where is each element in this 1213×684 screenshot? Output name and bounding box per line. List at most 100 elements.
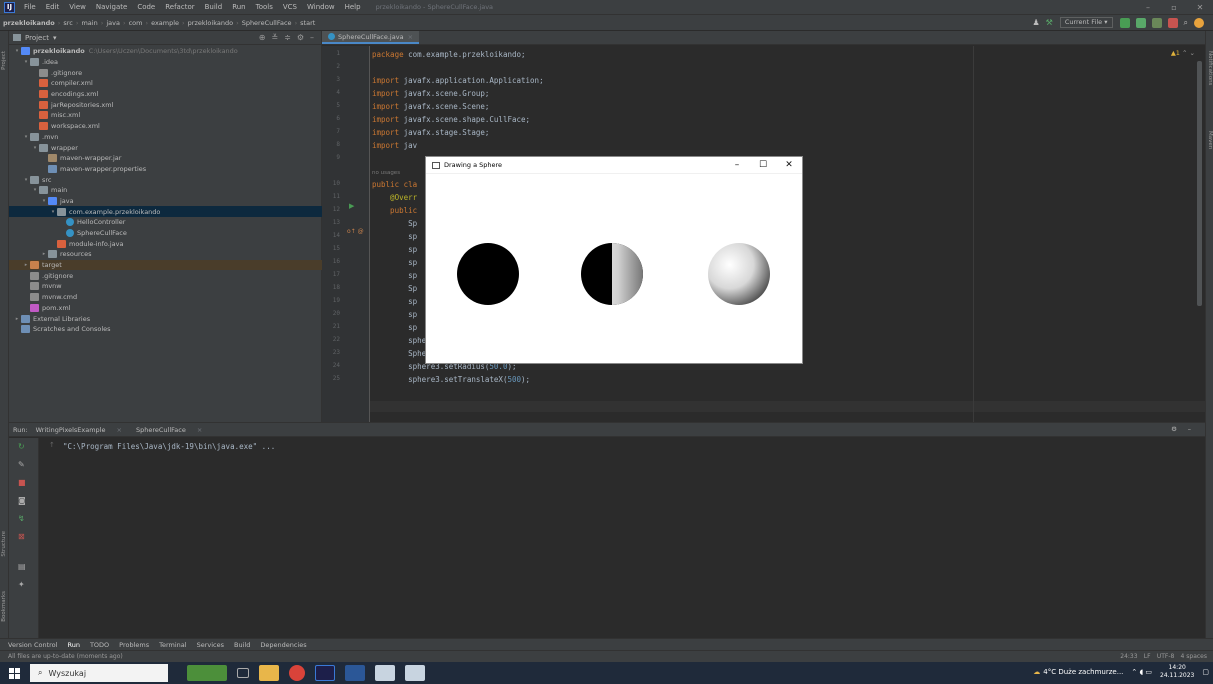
menu-item-run[interactable]: Run bbox=[232, 3, 245, 11]
code-line[interactable]: sp bbox=[372, 258, 417, 267]
minimize-icon[interactable]: – bbox=[1135, 0, 1161, 15]
javafx-app-window[interactable]: Drawing a Sphere – ☐ ✕ bbox=[425, 156, 803, 364]
tree-item[interactable]: ▾ .idea bbox=[9, 57, 322, 68]
search-icon[interactable]: ⌕ bbox=[1184, 18, 1188, 28]
menu-item-refactor[interactable]: Refactor bbox=[165, 3, 194, 11]
settings-gear-icon[interactable]: ⚙ bbox=[297, 33, 304, 42]
chrome-icon[interactable] bbox=[289, 665, 305, 681]
code-line[interactable]: sp bbox=[372, 310, 417, 319]
tree-expand-icon[interactable]: ▾ bbox=[40, 198, 48, 204]
tree-item[interactable]: mvnw bbox=[9, 281, 322, 292]
breadcrumb-item[interactable]: przekloikando bbox=[188, 19, 233, 27]
menu-item-build[interactable]: Build bbox=[205, 3, 223, 11]
breadcrumb-item[interactable]: SphereCullFace bbox=[242, 19, 292, 27]
structure-tool-label[interactable]: Structure bbox=[1, 531, 7, 557]
console-output[interactable]: "C:\Program Files\Java\jdk-19\bin\java.e… bbox=[63, 442, 275, 451]
caret-position[interactable]: 24:33 bbox=[1120, 653, 1137, 660]
intellij-taskbar-icon[interactable] bbox=[315, 665, 335, 681]
tree-item[interactable]: .gitignore bbox=[9, 67, 322, 78]
code-line[interactable]: public cla bbox=[372, 180, 417, 189]
bottom-tab-version-control[interactable]: Version Control bbox=[8, 641, 57, 649]
close-run-tab-icon[interactable]: × bbox=[117, 426, 122, 434]
tree-item[interactable]: maven-wrapper.jar bbox=[9, 153, 322, 164]
scroll-up-icon[interactable]: ↑ bbox=[49, 441, 55, 449]
tool-wrench-icon[interactable]: ✎ bbox=[18, 460, 25, 469]
code-line[interactable]: no usages bbox=[372, 167, 400, 176]
tree-item[interactable]: ▸ target bbox=[9, 259, 322, 271]
run-configuration-select[interactable]: Current File ▾ bbox=[1059, 17, 1113, 28]
notifications-icon[interactable]: ▢ bbox=[1202, 668, 1209, 676]
stop-run-icon[interactable]: ■ bbox=[18, 478, 26, 487]
project-view-select[interactable]: Project bbox=[25, 34, 49, 42]
tree-item[interactable]: ▾ java bbox=[9, 196, 322, 207]
tree-item[interactable]: SphereCullFace bbox=[9, 228, 322, 239]
app-maximize-icon[interactable]: ☐ bbox=[750, 157, 776, 174]
bottom-tab-terminal[interactable]: Terminal bbox=[159, 641, 186, 649]
menu-item-vcs[interactable]: VCS bbox=[283, 3, 297, 11]
camera-icon[interactable]: ◙ bbox=[18, 496, 26, 505]
run-tab-spherecullface[interactable]: SphereCullFace × bbox=[136, 426, 210, 434]
status-message[interactable]: All files are up-to-date (moments ago) bbox=[8, 653, 123, 660]
bookmarks-tool-label[interactable]: Bookmarks bbox=[1, 591, 7, 622]
bottom-tab-dependencies[interactable]: Dependencies bbox=[260, 641, 306, 649]
tree-expand-icon[interactable]: ▸ bbox=[22, 262, 30, 268]
code-line[interactable]: sp bbox=[372, 232, 417, 241]
run-tab-writingpixels[interactable]: WritingPixelsExample × bbox=[36, 426, 130, 434]
tree-item[interactable]: misc.xml bbox=[9, 110, 322, 121]
tree-item[interactable]: Scratches and Consoles bbox=[9, 324, 322, 335]
tree-item[interactable]: ▾ .mvn bbox=[9, 132, 322, 143]
windows-start-icon[interactable] bbox=[0, 662, 28, 684]
tree-item[interactable]: ▾ com.example.przekloikando bbox=[9, 206, 322, 217]
code-line[interactable]: package com.example.przekloikando; bbox=[372, 50, 526, 59]
code-line[interactable]: sp bbox=[372, 297, 417, 306]
tree-expand-icon[interactable]: ▾ bbox=[31, 145, 39, 151]
restore-layout-icon[interactable]: ↯ bbox=[18, 514, 25, 523]
menu-item-file[interactable]: File bbox=[24, 3, 36, 11]
run-icon[interactable] bbox=[1119, 17, 1130, 28]
code-line[interactable]: @Overr bbox=[372, 193, 417, 202]
code-line[interactable]: sp bbox=[372, 271, 417, 280]
tree-item[interactable]: compiler.xml bbox=[9, 78, 322, 89]
tree-item[interactable]: HelloController bbox=[9, 217, 322, 228]
tree-item[interactable]: maven-wrapper.properties bbox=[9, 164, 322, 175]
breadcrumb-item[interactable]: src bbox=[63, 19, 73, 27]
tree-expand-icon[interactable]: ▾ bbox=[22, 134, 30, 140]
taskbar-app-landscape-icon[interactable] bbox=[187, 665, 227, 681]
breadcrumb-item[interactable]: main bbox=[81, 19, 97, 27]
tree-item[interactable]: ▾ main bbox=[9, 185, 322, 196]
tree-item[interactable]: pom.xml bbox=[9, 303, 322, 314]
tree-expand-icon[interactable]: ▸ bbox=[13, 316, 21, 322]
tree-item[interactable]: ▾ wrapper bbox=[9, 142, 322, 153]
menu-item-navigate[interactable]: Navigate bbox=[96, 3, 127, 11]
close-run-tab-icon[interactable]: × bbox=[197, 426, 202, 434]
clock[interactable]: 14:20 24.11.2023 bbox=[1160, 664, 1194, 680]
expand-all-icon[interactable]: ≚ bbox=[271, 33, 278, 42]
run-settings-icon[interactable]: ⚙ bbox=[1171, 425, 1177, 433]
code-line[interactable]: Sp bbox=[372, 219, 417, 228]
file-explorer-icon[interactable] bbox=[259, 665, 279, 681]
tray-icons[interactable]: ⌃ ◖ ▭ bbox=[1131, 668, 1152, 676]
warnings-indicator[interactable]: ▲1 ⌃ ⌄ bbox=[1171, 49, 1195, 57]
editor-scrollbar[interactable] bbox=[1197, 61, 1202, 306]
tree-item[interactable]: workspace.xml bbox=[9, 121, 322, 132]
bottom-tab-todo[interactable]: TODO bbox=[90, 641, 109, 649]
bottom-tab-build[interactable]: Build bbox=[234, 641, 250, 649]
build-hammer-icon[interactable]: ⚒ bbox=[1046, 18, 1053, 27]
tree-expand-icon[interactable]: ▾ bbox=[31, 187, 39, 193]
bottom-tab-problems[interactable]: Problems bbox=[119, 641, 149, 649]
tree-item[interactable]: ▾ przekloikando C:\Users\Uczen\Documents\3… bbox=[9, 46, 322, 57]
run-hide-icon[interactable]: – bbox=[1188, 425, 1191, 433]
tree-item[interactable]: ▸ External Libraries bbox=[9, 313, 322, 324]
editor-tab[interactable]: SphereCullFace.java × bbox=[322, 31, 420, 44]
project-tool-label[interactable]: Project bbox=[1, 51, 7, 70]
word-icon[interactable] bbox=[345, 665, 365, 681]
run-gutter-icon[interactable]: ▶ bbox=[349, 202, 354, 210]
breadcrumb-item[interactable]: przekloikando bbox=[3, 19, 55, 27]
debug-icon[interactable] bbox=[1135, 17, 1146, 28]
menu-item-tools[interactable]: Tools bbox=[256, 3, 273, 11]
hide-panel-icon[interactable]: – bbox=[310, 33, 314, 42]
close-tab-icon[interactable]: × bbox=[408, 33, 413, 41]
tree-expand-icon[interactable]: ▾ bbox=[22, 177, 30, 183]
code-line[interactable]: import javafx.scene.shape.CullFace; bbox=[372, 115, 530, 124]
line-separator[interactable]: LF bbox=[1144, 653, 1151, 660]
